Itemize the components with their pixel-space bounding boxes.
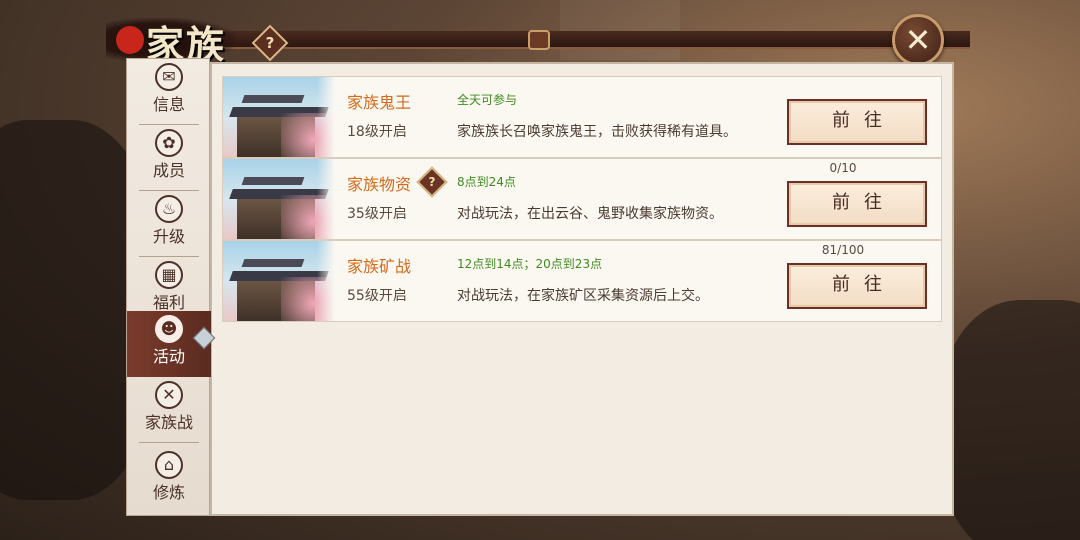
activity-time: 8点到24点 [457,175,516,189]
temple-icon: ⌂ [155,451,183,479]
activity-row: 家族物资 ? 35级开启 8点到24点 对战玩法，在出云谷、鬼野收集家族物资。 … [222,158,942,240]
activity-name: 家族物资 [347,175,412,194]
activity-level: 35级开启 [347,206,407,222]
tab-label: 活动 [152,347,185,366]
activity-progress: 81/100 [821,243,865,257]
tab-label: 信息 [152,95,185,114]
activity-level: 18级开启 [347,124,407,140]
activity-icon: ☻ [155,315,183,343]
activity-level: 55级开启 [347,288,407,304]
activity-help-button[interactable]: ? [416,166,448,198]
upgrade-icon: ♨ [155,195,183,223]
mail-icon: ✉ [155,63,183,91]
activity-thumbnail [223,241,335,321]
close-icon: ✕ [904,21,932,59]
tab-label: 升级 [152,227,185,246]
tab-members[interactable]: ✿ 成员 [127,125,211,191]
tab-info[interactable]: ✉ 信息 [127,59,211,125]
activity-progress: 0/10 [829,161,857,175]
sidebar: ✉ 信息 ✿ 成员 ♨ 升级 ▦ 福利 ☻ 活动 ✕ 家族战 ⌂ 修炼 [126,58,211,516]
tab-upgrade[interactable]: ♨ 升级 [127,191,211,257]
question-icon: ? [428,175,436,189]
go-button[interactable]: 前往 [787,181,927,227]
members-icon: ✿ [155,129,183,157]
activity-panel: 家族鬼王 18级开启 全天可参与 家族族长召唤家族鬼王，击败获得稀有道具。 前往… [210,62,954,516]
crossed-swords-icon: ✕ [155,381,183,409]
tab-training[interactable]: ⌂ 修炼 [127,447,211,513]
red-seal-icon [116,26,144,54]
question-icon: ? [265,34,275,52]
activity-thumbnail [223,77,335,157]
tab-label: 成员 [152,161,185,180]
activity-description: 对战玩法，在家族矿区采集资源后上交。 [457,288,709,304]
activity-thumbnail [223,159,335,239]
go-button[interactable]: 前往 [787,263,927,309]
tab-label: 家族战 [144,413,193,432]
activity-description: 对战玩法，在出云谷、鬼野收集家族物资。 [457,206,723,222]
activity-description: 家族族长召唤家族鬼王，击败获得稀有道具。 [457,124,737,140]
activity-name: 家族鬼王 [347,93,412,112]
gift-icon: ▦ [155,261,183,289]
tab-label: 修炼 [152,483,185,502]
header-ornament-icon [528,30,550,50]
tab-label: 福利 [152,293,185,312]
close-button[interactable]: ✕ [892,14,944,66]
tab-family-war[interactable]: ✕ 家族战 [127,377,211,443]
activity-time: 12点到14点；20点到23点 [457,257,603,271]
activity-row: 家族鬼王 18级开启 全天可参与 家族族长召唤家族鬼王，击败获得稀有道具。 前往 [222,76,942,158]
go-button[interactable]: 前往 [787,99,927,145]
activity-name: 家族矿战 [347,257,412,276]
activity-time: 全天可参与 [457,93,518,107]
activity-row: 家族矿战 55级开启 12点到14点；20点到23点 对战玩法，在家族矿区采集资… [222,240,942,322]
